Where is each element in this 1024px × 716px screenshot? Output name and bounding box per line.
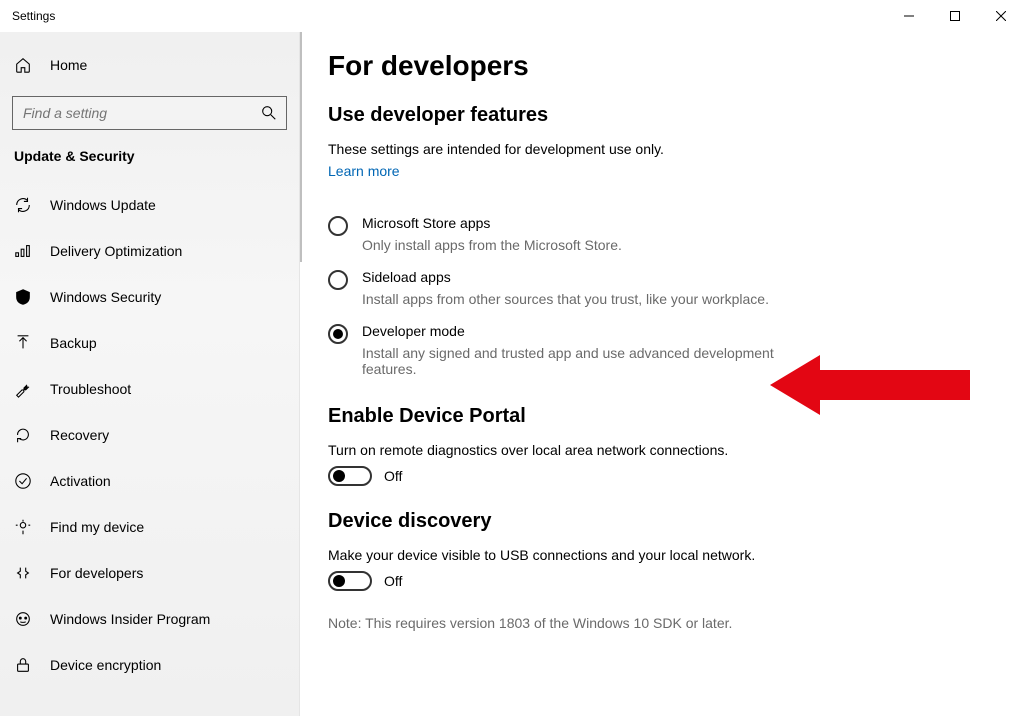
sidebar-item-label: Backup (50, 335, 97, 351)
sidebar-item-recovery[interactable]: Recovery (0, 412, 299, 458)
sidebar-item-for-developers[interactable]: For developers (0, 550, 299, 596)
radio-label: Sideload apps (362, 269, 769, 285)
scroll-indicator[interactable] (300, 32, 302, 262)
home-icon (14, 56, 32, 74)
page-title: For developers (328, 50, 996, 82)
radio-icon (328, 216, 348, 236)
search-box[interactable] (12, 96, 287, 130)
section-device-discovery-desc: Make your device visible to USB connecti… (328, 547, 996, 563)
sidebar-home[interactable]: Home (0, 48, 299, 82)
sidebar-item-windows-update[interactable]: Windows Update (0, 182, 299, 228)
sidebar-item-label: Troubleshoot (50, 381, 131, 397)
section-device-discovery-title: Device discovery (328, 510, 996, 533)
radio-icon (328, 270, 348, 290)
developer-icon (14, 564, 32, 582)
settings-window: Settings Home Update & Security Windows … (0, 0, 1024, 716)
section-developer-features-title: Use developer features (328, 104, 996, 127)
device-discovery-note: Note: This requires version 1803 of the … (328, 615, 996, 631)
window-title: Settings (0, 9, 55, 23)
radio-description: Install any signed and trusted app and u… (362, 345, 782, 377)
search-input[interactable] (21, 104, 260, 122)
radio-label: Microsoft Store apps (362, 215, 622, 231)
radio-description: Install apps from other sources that you… (362, 291, 769, 307)
sidebar: Home Update & Security Windows Update De… (0, 32, 300, 716)
title-bar: Settings (0, 0, 1024, 32)
sidebar-item-label: For developers (50, 565, 143, 581)
main-content: For developers Use developer features Th… (300, 32, 1024, 716)
minimize-button[interactable] (886, 0, 932, 32)
close-button[interactable] (978, 0, 1024, 32)
device-discovery-toggle[interactable] (328, 571, 372, 591)
section-device-portal-title: Enable Device Portal (328, 405, 996, 428)
radio-sideload-apps[interactable]: Sideload apps Install apps from other so… (328, 269, 996, 307)
sidebar-item-delivery-optimization[interactable]: Delivery Optimization (0, 228, 299, 274)
radio-microsoft-store-apps[interactable]: Microsoft Store apps Only install apps f… (328, 215, 996, 253)
recovery-icon (14, 426, 32, 444)
sidebar-item-backup[interactable]: Backup (0, 320, 299, 366)
developer-mode-options: Microsoft Store apps Only install apps f… (328, 215, 996, 377)
insider-icon (14, 610, 32, 628)
shield-icon (14, 288, 32, 306)
sidebar-item-label: Recovery (50, 427, 109, 443)
radio-developer-mode[interactable]: Developer mode Install any signed and tr… (328, 323, 996, 377)
learn-more-link[interactable]: Learn more (328, 163, 400, 179)
section-device-portal-desc: Turn on remote diagnostics over local ar… (328, 442, 996, 458)
sidebar-item-label: Delivery Optimization (50, 243, 182, 259)
optimization-icon (14, 242, 32, 260)
radio-description: Only install apps from the Microsoft Sto… (362, 237, 622, 253)
sidebar-item-label: Windows Insider Program (50, 611, 210, 627)
check-circle-icon (14, 472, 32, 490)
radio-icon (328, 324, 348, 344)
backup-icon (14, 334, 32, 352)
wrench-icon (14, 380, 32, 398)
search-icon (260, 104, 278, 122)
sidebar-item-device-encryption[interactable]: Device encryption (0, 642, 299, 688)
sidebar-item-label: Activation (50, 473, 111, 489)
lock-icon (14, 656, 32, 674)
sidebar-item-label: Windows Security (50, 289, 161, 305)
sidebar-item-find-my-device[interactable]: Find my device (0, 504, 299, 550)
location-icon (14, 518, 32, 536)
device-portal-toggle-state: Off (384, 468, 402, 484)
device-discovery-toggle-state: Off (384, 573, 402, 589)
sidebar-section-title: Update & Security (0, 148, 299, 164)
sidebar-item-windows-security[interactable]: Windows Security (0, 274, 299, 320)
sync-icon (14, 196, 32, 214)
sidebar-item-label: Device encryption (50, 657, 161, 673)
window-controls (886, 0, 1024, 32)
section-developer-features-desc: These settings are intended for developm… (328, 141, 996, 157)
sidebar-item-activation[interactable]: Activation (0, 458, 299, 504)
device-portal-toggle[interactable] (328, 466, 372, 486)
radio-label: Developer mode (362, 323, 782, 339)
maximize-button[interactable] (932, 0, 978, 32)
sidebar-item-troubleshoot[interactable]: Troubleshoot (0, 366, 299, 412)
sidebar-item-windows-insider[interactable]: Windows Insider Program (0, 596, 299, 642)
sidebar-item-label: Find my device (50, 519, 144, 535)
sidebar-item-label: Windows Update (50, 197, 156, 213)
sidebar-home-label: Home (50, 57, 87, 73)
